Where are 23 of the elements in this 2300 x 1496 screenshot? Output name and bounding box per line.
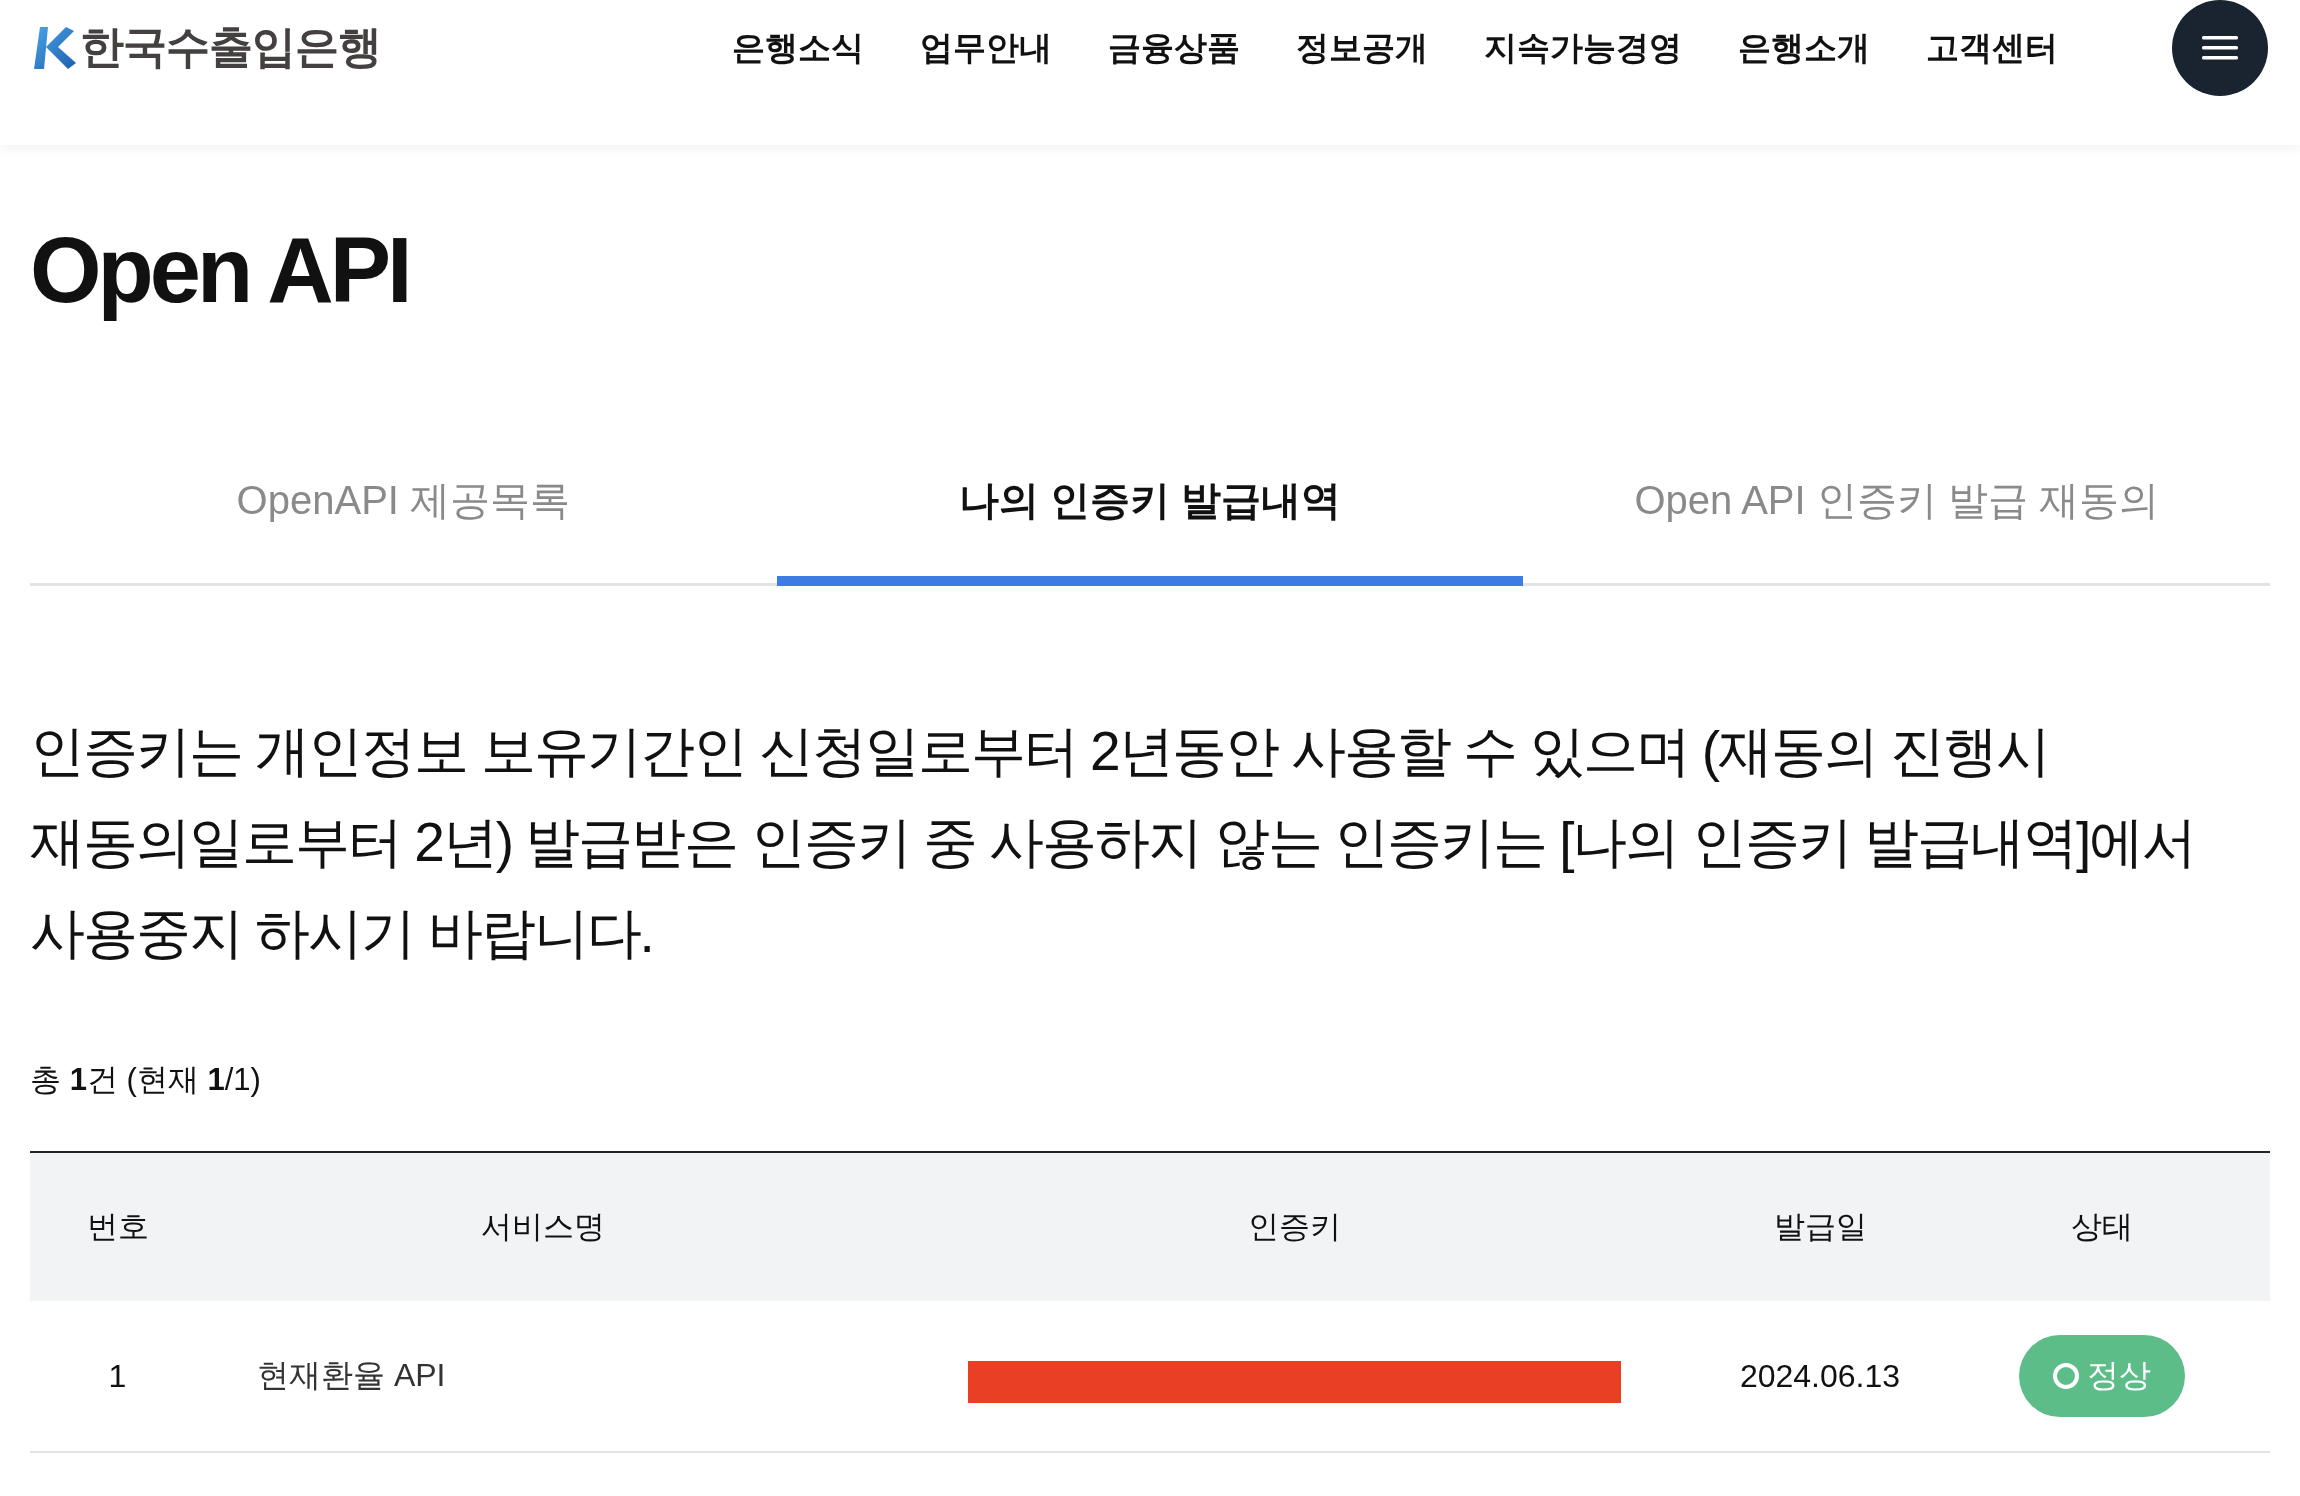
logo-text[interactable]: 한국수출입은행	[80, 18, 381, 77]
table-cell: 1	[108, 1357, 127, 1395]
nav-link[interactable]: 은행소개	[1738, 26, 1870, 71]
tab[interactable]: 나의 인증키 발급내역	[776, 473, 1524, 587]
column-header: 번호	[86, 1208, 149, 1247]
nav-link[interactable]: 금융상품	[1108, 26, 1240, 71]
nav-link[interactable]: 지속가능경영	[1484, 26, 1682, 71]
nav-link[interactable]: 은행소식	[732, 26, 864, 71]
page-title: Open API	[30, 218, 410, 323]
logo-icon	[32, 24, 76, 71]
column-header: 상태	[2070, 1208, 2133, 1247]
status-badge: 정상	[2018, 1335, 2185, 1418]
nav-link[interactable]: 업무안내	[920, 26, 1052, 71]
column-header: 발급일	[1773, 1208, 1867, 1247]
notice-text: 인증키는 개인정보 보유기간인 신청일로부터 2년동안 사용할 수 있으며 (재동의 진행시 재동의일로부터 2년) 발급받은 인증키 중 사용하지 않는 인증키는 [나의 인증키 발급내역]에서 사용중지 하시기 바랍니다.	[30, 719, 2197, 967]
column-header: 인증키	[1247, 1208, 1341, 1247]
circle-icon	[2052, 1363, 2079, 1390]
nav-link[interactable]: 고객센터	[1926, 26, 2058, 71]
nav-link[interactable]: 정보공개	[1296, 26, 1428, 71]
table-cell: 2024.06.13	[1739, 1357, 1901, 1395]
column-header: 서비스명	[481, 1208, 605, 1247]
result-count: 총 1건 (현재 1/1)	[30, 1061, 262, 1100]
table-cell-text: 현재환율 API	[256, 1356, 446, 1396]
